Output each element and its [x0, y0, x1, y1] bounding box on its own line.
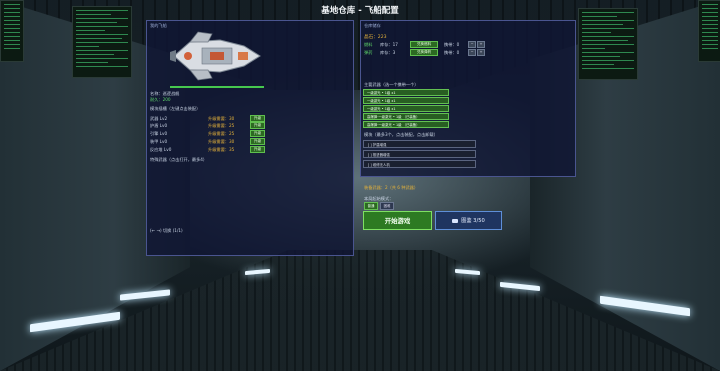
weapon-item[interactable]: 高爆弹·一级激光 • 1级 （已装备）	[363, 113, 449, 120]
mode-option-normal[interactable]: 普通	[364, 202, 378, 210]
ship-hp: 耐久：200	[150, 97, 171, 102]
modules-title: 模块（最多3个，点击装配，点击卸载）	[364, 132, 438, 137]
start-game-button[interactable]: 开始游戏	[363, 211, 432, 230]
slot-name: 武器 Lv2	[150, 116, 168, 121]
module-item[interactable]: [ ] 护盾增强	[363, 140, 476, 148]
module-item[interactable]: [ ] 维修无人机	[363, 160, 476, 168]
selected-weapons-info: 装备武器：2（共 6 种武器）	[364, 185, 419, 190]
upgrade-button[interactable]: 升级	[250, 122, 265, 129]
carry-count: 携带：0	[444, 50, 460, 55]
slot-name: 反应堆 Lv0	[150, 147, 172, 152]
slot-requirement: 升级需要：35	[208, 147, 235, 152]
weapon-item[interactable]: 一级激光 • 1级 x1	[363, 105, 449, 112]
material-stock: 库存：3	[380, 50, 396, 55]
module-item[interactable]: [ ] 推进器增强	[363, 150, 476, 158]
ship-panel-header: 我的飞船	[150, 23, 167, 28]
weapon-item[interactable]: 高爆弹·一级激光 • 1级 （已装备）	[363, 121, 449, 128]
upgrade-button[interactable]: 升级	[250, 130, 265, 137]
slot-requirement: 升级需要：25	[208, 131, 235, 136]
material-stock: 库存：17	[380, 42, 398, 47]
material-name: 弹药	[364, 50, 373, 55]
crystal-count: 晶石：223	[364, 35, 387, 40]
slot-name: 装甲 Lv0	[150, 139, 168, 144]
upgrade-button[interactable]: 升级	[250, 146, 265, 153]
upgrade-button[interactable]: 升级	[250, 138, 265, 145]
start-game-label: 开始游戏	[384, 217, 411, 225]
slot-name: 引擎 Lv0	[150, 131, 168, 136]
wall-terminal-right	[578, 8, 638, 80]
slots-title: 模块插槽（左键点击装配）	[150, 106, 201, 111]
archive-button[interactable]: 图鉴 3/50	[435, 211, 502, 230]
material-name: 燃料	[364, 42, 373, 47]
slot-requirement: 升级需要：25	[208, 123, 235, 128]
slot-name: 护盾 Lv0	[150, 123, 168, 128]
weapon-item[interactable]: 一级激光 • 1级 x1	[363, 89, 449, 96]
slot-requirement: 升级需要：30	[208, 139, 235, 144]
wall-terminal-left	[72, 6, 132, 78]
storage-panel-header: 仓库储存	[364, 23, 381, 28]
carry-count: 携带：0	[444, 42, 460, 47]
special-weapons-note: 特殊武器（点击打开，最多4）	[150, 157, 208, 162]
increase-button[interactable]: +	[477, 49, 485, 56]
decrease-button[interactable]: −	[468, 49, 476, 56]
exchange-button[interactable]: 兑换燃料	[410, 41, 438, 48]
weapons-title: 主要武器（选一个携带一个）	[364, 82, 419, 87]
book-icon	[452, 218, 459, 223]
upgrade-button[interactable]: 升级	[250, 115, 265, 122]
ship-hp-bar	[170, 86, 264, 88]
ship-image	[170, 31, 261, 81]
page-title: 基地仓库 - 飞船配置	[321, 6, 399, 16]
exchange-button[interactable]: 兑换弹药	[410, 49, 438, 56]
page-info[interactable]: (← →) 切换 (1/1)	[150, 228, 183, 234]
archive-label: 图鉴 3/50	[461, 218, 485, 224]
slot-requirement: 升级需要：30	[208, 116, 235, 121]
weapon-item[interactable]: 一级激光 • 1级 x1	[363, 97, 449, 104]
mode-option-hard[interactable]: 困难	[380, 202, 394, 210]
increase-button[interactable]: +	[477, 41, 485, 48]
decrease-button[interactable]: −	[468, 41, 476, 48]
